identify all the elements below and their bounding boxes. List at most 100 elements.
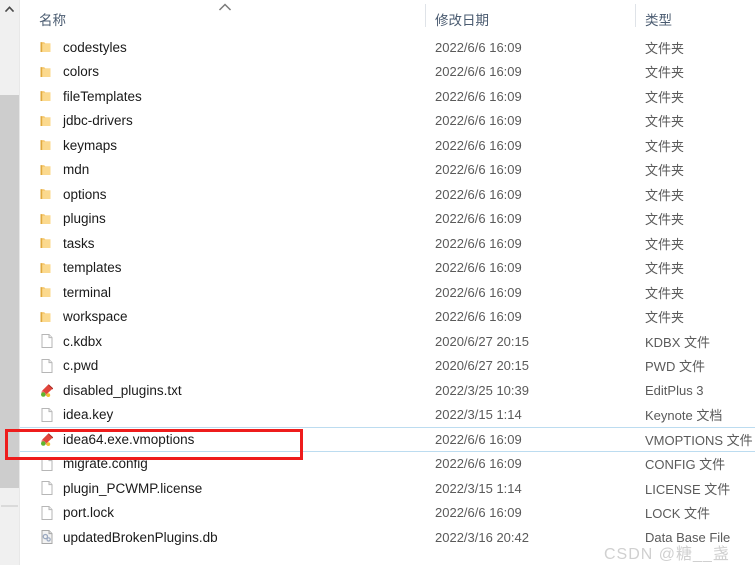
file-name-cell[interactable]: migrate.config [39,456,148,472]
folder-icon [40,140,51,151]
scrollbar-edge-mark [1,505,18,507]
file-row[interactable]: plugins 2022/6/6 16:09 文件夹 [20,207,755,232]
file-row[interactable]: c.pwd 2020/6/27 20:15 PWD 文件 [20,354,755,379]
file-row[interactable]: idea64.exe.vmoptions 2022/6/6 16:09 VMOPTI… [20,427,755,452]
file-type-cell: 文件夹 [645,65,685,81]
file-row[interactable]: templates 2022/6/6 16:09 文件夹 [20,256,755,281]
file-date-cell: 2022/6/6 16:09 [435,64,522,80]
file-name-cell[interactable]: workspace [39,309,128,325]
scrollbar-thumb[interactable] [0,95,19,488]
file-name-cell[interactable]: plugins [39,211,106,227]
column-header-name[interactable]: 名称 [39,9,66,29]
file-row[interactable]: idea.key 2022/3/15 1:14 Keynote 文档 [20,403,755,428]
file-row[interactable]: port.lock 2022/6/6 16:09 LOCK 文件 [20,501,755,526]
file-name-cell[interactable]: tasks [39,235,95,251]
file-date-cell: 2022/3/15 1:14 [435,407,522,423]
watermark-text: CSDN @糖__盏 [604,546,730,563]
file-name-cell[interactable]: idea64.exe.vmoptions [39,431,194,447]
editplus-file-icon [41,384,53,398]
file-name-label: plugin_PCWMP.license [63,480,203,496]
file-row[interactable]: workspace 2022/6/6 16:09 文件夹 [20,305,755,330]
file-name-cell[interactable]: disabled_plugins.txt [39,382,182,398]
file-name-cell[interactable]: keymaps [39,137,117,153]
column-separator-2[interactable] [635,4,636,27]
file-name-cell[interactable]: mdn [39,162,89,178]
file-date-cell: 2022/6/6 16:09 [435,456,522,472]
file-name-cell[interactable]: c.pwd [39,358,98,374]
file-type-cell: PWD 文件 [645,359,705,375]
column-separator-1[interactable] [425,4,426,27]
file-type-cell: 文件夹 [645,187,685,203]
file-date-cell: 2022/6/6 16:09 [435,162,522,178]
folder-icon [40,262,51,273]
generic-file-icon [41,334,53,349]
editplus-file-icon [41,433,53,447]
file-name-cell[interactable]: terminal [39,284,111,300]
file-date-cell: 2020/6/27 20:15 [435,333,529,349]
file-row[interactable]: mdn 2022/6/6 16:09 文件夹 [20,158,755,183]
file-row[interactable]: terminal 2022/6/6 16:09 文件夹 [20,280,755,305]
file-name-cell[interactable]: jdbc-drivers [39,113,133,129]
file-type-cell: 文件夹 [645,163,685,179]
file-name-label: updatedBrokenPlugins.db [63,529,218,545]
file-name-cell[interactable]: idea.key [39,407,113,423]
file-date-cell: 2020/6/27 20:15 [435,358,529,374]
vertical-scrollbar[interactable] [0,0,20,565]
folder-icon [40,91,51,102]
file-row[interactable]: jdbc-drivers 2022/6/6 16:09 文件夹 [20,109,755,134]
database-file-icon [41,530,53,545]
file-type-cell: LOCK 文件 [645,506,711,522]
file-type-cell: 文件夹 [645,138,685,154]
file-row[interactable]: options 2022/6/6 16:09 文件夹 [20,182,755,207]
file-name-label: c.pwd [63,358,99,374]
file-name-cell[interactable]: codestyles [39,39,127,55]
file-row[interactable]: plugin_PCWMP.license 2022/3/15 1:14 LICENS… [20,476,755,501]
file-row[interactable]: disabled_plugins.txt 2022/3/25 10:39 EditP… [20,378,755,403]
file-date-cell: 2022/3/15 1:14 [435,480,522,496]
file-row[interactable]: c.kdbx 2020/6/27 20:15 KDBX 文件 [20,329,755,354]
file-type-cell: Keynote 文档 [645,408,723,424]
file-name-label: port.lock [63,505,115,521]
column-header-type[interactable]: 类型 [645,9,672,29]
generic-file-icon [41,456,53,471]
file-date-cell: 2022/6/6 16:09 [435,260,522,276]
file-name-label: c.kdbx [63,333,103,349]
file-explorer-list-view: 名称 修改日期 类型 codestyles 2022/6/6 16:09 文件夹 co… [0,0,755,565]
file-row[interactable]: colors 2022/6/6 16:09 文件夹 [20,60,755,85]
file-date-cell: 2022/6/6 16:09 [435,39,522,55]
generic-file-icon [41,481,53,496]
file-name-cell[interactable]: c.kdbx [39,333,102,349]
file-name-label: disabled_plugins.txt [63,382,182,398]
folder-icon [40,238,51,249]
file-name-cell[interactable]: updatedBrokenPlugins.db [39,529,218,545]
file-row[interactable]: keymaps 2022/6/6 16:09 文件夹 [20,133,755,158]
folder-icon [40,213,51,224]
file-name-cell[interactable]: colors [39,64,99,80]
file-type-cell: VMOPTIONS 文件 [645,432,753,448]
file-name-label: keymaps [63,137,118,153]
file-name-label: options [63,186,107,202]
file-date-cell: 2022/3/25 10:39 [435,382,529,398]
scroll-up-button[interactable] [0,0,19,18]
file-name-cell[interactable]: port.lock [39,505,114,521]
file-date-cell: 2022/6/6 16:09 [435,235,522,251]
file-date-cell: 2022/6/6 16:09 [435,505,522,521]
file-name-cell[interactable]: plugin_PCWMP.license [39,480,202,496]
file-row[interactable]: fileTemplates 2022/6/6 16:09 文件夹 [20,84,755,109]
folder-icon [40,164,51,175]
file-name-cell[interactable]: templates [39,260,122,276]
file-name-label: templates [63,260,122,276]
file-type-cell: LICENSE 文件 [645,481,731,497]
file-type-cell: KDBX 文件 [645,334,711,350]
file-row[interactable]: codestyles 2022/6/6 16:09 文件夹 [20,35,755,60]
file-name-label: idea64.exe.vmoptions [63,431,195,447]
column-header-date-modified[interactable]: 修改日期 [435,9,489,29]
file-row[interactable]: tasks 2022/6/6 16:09 文件夹 [20,231,755,256]
file-name-cell[interactable]: options [39,186,107,202]
scrollbar-track-lower[interactable] [0,488,19,565]
file-date-cell: 2022/6/6 16:09 [435,309,522,325]
file-row[interactable]: migrate.config 2022/6/6 16:09 CONFIG 文件 [20,452,755,477]
file-name-cell[interactable]: fileTemplates [39,88,142,104]
folder-icon [40,311,51,322]
file-type-cell: EditPlus 3 [645,382,704,398]
